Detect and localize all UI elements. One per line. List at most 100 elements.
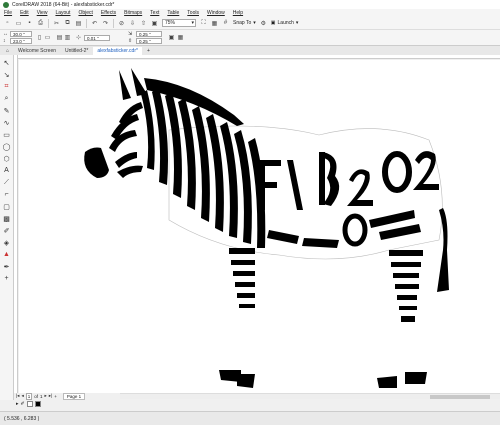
page-height-field[interactable]: 23.0 "	[10, 38, 32, 44]
zebra-tail	[437, 208, 449, 292]
crop-tool-icon[interactable]: ⌗	[2, 81, 12, 92]
menu-view[interactable]: View	[37, 10, 48, 16]
scrollbar-thumb[interactable]	[430, 395, 490, 399]
horizontal-scrollbar[interactable]	[120, 393, 500, 399]
export-icon[interactable]: ⇧	[140, 20, 147, 27]
palette-menu-icon[interactable]: ▸	[16, 401, 19, 407]
freehand-tool-icon[interactable]: ✎	[2, 105, 12, 116]
menu-file[interactable]: File	[4, 10, 12, 16]
zebra-hoof	[377, 376, 397, 388]
drawing-canvas[interactable]	[19, 60, 500, 393]
artistic-media-icon[interactable]: ∿	[2, 117, 12, 128]
page-tab[interactable]: Page 1	[62, 392, 86, 400]
menu-tools[interactable]: Tools	[187, 10, 199, 16]
save-icon[interactable]: ▪	[26, 20, 33, 27]
height-icon: ↕	[3, 38, 6, 44]
page-width-field[interactable]: 30.0 "	[10, 31, 32, 37]
paste-icon[interactable]: ▤	[75, 20, 82, 27]
first-page-icon[interactable]: |◂	[16, 393, 19, 399]
menu-bitmaps[interactable]: Bitmaps	[124, 10, 142, 16]
zoom-level-select[interactable]: 75% ▾	[162, 19, 196, 27]
polygon-tool-icon[interactable]: ⬡	[2, 153, 12, 164]
page-navigator: |◂ ◂ 1 of 1 ▸ ▸| + Page 1	[14, 392, 120, 400]
standard-toolbar: ▫ ▭ ▪ ⎙ ✂ ⧉ ▤ ↶ ↷ ⊘ ⇩ ⇧ ▣ 75% ▾ ⛶ ▦ # Sn…	[0, 17, 500, 30]
add-page-icon[interactable]: +	[54, 394, 57, 399]
next-page-icon[interactable]: ▸	[45, 393, 47, 399]
print-icon[interactable]: ⎙	[37, 20, 44, 27]
undo-icon[interactable]: ↶	[91, 20, 98, 27]
open-folder-icon[interactable]: ▭	[15, 20, 22, 27]
redo-icon[interactable]: ↷	[102, 20, 109, 27]
current-page-icon[interactable]: ▥	[64, 34, 71, 41]
connector-tool-icon[interactable]: ⌐	[2, 189, 12, 200]
copy-icon[interactable]: ⧉	[64, 20, 71, 27]
show-grid-icon[interactable]: #	[222, 20, 229, 27]
shape-tool-icon[interactable]: ↘	[2, 69, 12, 80]
nudge-distance-field[interactable]: 0.01 "	[84, 35, 110, 41]
page-of-label: of	[34, 393, 38, 399]
menu-edit[interactable]: Edit	[20, 10, 29, 16]
menu-object[interactable]: Object	[78, 10, 92, 16]
cut-icon[interactable]: ✂	[53, 20, 60, 27]
full-screen-icon[interactable]: ⛶	[200, 20, 207, 27]
vertical-ruler[interactable]	[14, 55, 18, 393]
interactive-fill-icon[interactable]: ◈	[2, 237, 12, 248]
zebra-artwork[interactable]	[19, 60, 500, 393]
last-page-icon[interactable]: ▸|	[49, 393, 52, 399]
duplicate-distance-y-field[interactable]: 0.25 "	[136, 38, 162, 44]
menu-table[interactable]: Table	[167, 10, 179, 16]
text-tool-icon[interactable]: A	[2, 165, 12, 176]
no-color-swatch[interactable]	[26, 401, 33, 407]
menu-text[interactable]: Text	[150, 10, 159, 16]
pick-tool-icon[interactable]: ↖	[2, 57, 12, 68]
tab-alexfabsticker[interactable]: alexfabsticker.cdr*	[93, 47, 142, 55]
duplicate-distance-x-field[interactable]: 0.25 "	[136, 31, 162, 37]
zoom-tool-icon[interactable]: ⌕	[2, 93, 12, 104]
portrait-icon[interactable]: ▯	[36, 34, 43, 41]
toolbox: ↖ ↘ ⌗ ⌕ ✎ ∿ ▭ ◯ ⬡ A ⟋ ⌐ ▢ ▩ ✐ ◈ ▲ ✒ +	[0, 55, 14, 400]
zebra-hoof	[405, 372, 427, 384]
units-icon[interactable]: ⊹	[75, 34, 82, 41]
add-tab-icon[interactable]: +	[142, 47, 154, 55]
menu-window[interactable]: Window	[207, 10, 225, 16]
add-tool-icon[interactable]: +	[2, 273, 12, 284]
page-layout-icon[interactable]: ▦	[177, 34, 184, 41]
ellipse-tool-icon[interactable]: ◯	[2, 141, 12, 152]
landscape-icon[interactable]: ▭	[44, 34, 51, 41]
show-rulers-icon[interactable]: ▦	[211, 20, 218, 27]
search-content-icon[interactable]: ⊘	[118, 20, 125, 27]
import-icon[interactable]: ⇩	[129, 20, 136, 27]
nudge-distance-value: 0.01 "	[87, 35, 99, 41]
current-page-number[interactable]: 1	[25, 392, 33, 400]
transparency-tool-icon[interactable]: ▩	[2, 213, 12, 224]
toolbar-divider	[113, 18, 114, 28]
gear-icon[interactable]: ⚙	[260, 20, 267, 27]
all-pages-icon[interactable]: ▤	[56, 34, 63, 41]
launch-label: Launch	[277, 20, 294, 26]
duplicate-distance-y-value: 0.25 "	[139, 38, 151, 44]
menu-help[interactable]: Help	[233, 10, 243, 16]
launch-button[interactable]: ▣ Launch ▾	[271, 20, 299, 26]
smart-fill-icon[interactable]: ▲	[2, 249, 12, 260]
tab-untitled-2[interactable]: Untitled-2*	[61, 47, 93, 55]
parallel-dimension-icon[interactable]: ⟋	[2, 177, 12, 188]
eyedropper-icon[interactable]: ✐	[21, 401, 25, 407]
rectangle-tool-icon[interactable]: ▭	[2, 129, 12, 140]
publish-pdf-icon[interactable]: ▣	[151, 20, 158, 27]
new-document-icon[interactable]: ▫	[4, 20, 11, 27]
menu-layout[interactable]: Layout	[55, 10, 70, 16]
menu-effects[interactable]: Effects	[101, 10, 116, 16]
snap-to-dropdown[interactable]: Snap To ▾	[233, 20, 256, 26]
black-swatch[interactable]	[34, 401, 41, 407]
previous-page-icon[interactable]: ◂	[21, 393, 23, 399]
status-bar: ( 5.536 , 6.283 )	[0, 411, 500, 425]
drop-shadow-icon[interactable]: ▢	[2, 201, 12, 212]
horizontal-ruler[interactable]	[18, 55, 500, 59]
chevron-down-icon: ▾	[295, 20, 299, 26]
launch-icon: ▣	[270, 20, 276, 26]
outline-pen-icon[interactable]: ✒	[2, 261, 12, 272]
tab-welcome-screen[interactable]: Welcome Screen	[14, 47, 61, 55]
home-icon[interactable]: ⌂	[2, 47, 14, 55]
eyedropper-tool-icon[interactable]: ✐	[2, 225, 12, 236]
page-options-icon[interactable]: ▣	[168, 34, 175, 41]
